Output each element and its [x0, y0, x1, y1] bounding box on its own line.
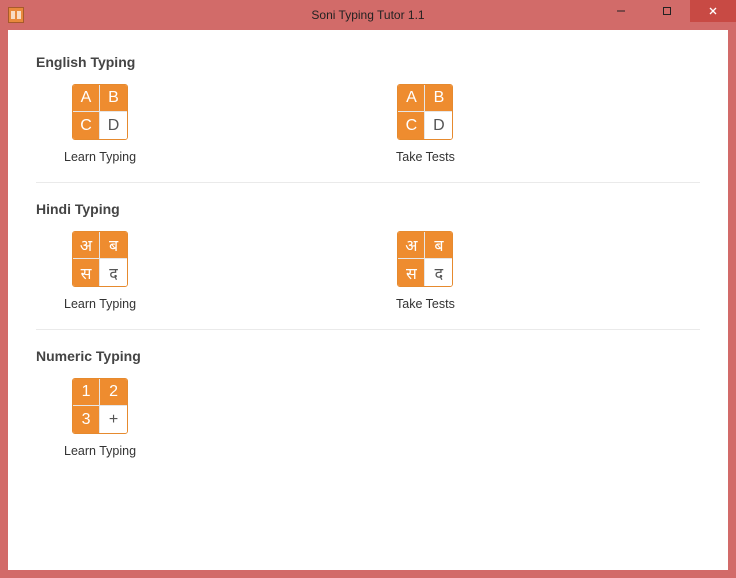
client-area: English Typing A B C D Learn Typing A [8, 30, 728, 570]
numeric-keypad-icon: 1 2 3 + [72, 378, 128, 434]
maximize-button[interactable] [644, 0, 690, 22]
english-learn-label: Learn Typing [64, 150, 136, 164]
section-title-english: English Typing [36, 54, 700, 70]
close-button[interactable] [690, 0, 736, 22]
section-title-hindi: Hindi Typing [36, 201, 700, 217]
hindi-test-option[interactable]: अ ब स द Take Tests [368, 231, 700, 311]
minimize-button[interactable] [598, 0, 644, 22]
english-test-label: Take Tests [396, 150, 455, 164]
abcd-icon: A B C D [397, 84, 453, 140]
section-title-numeric: Numeric Typing [36, 348, 700, 364]
app-icon [8, 7, 24, 23]
section-numeric: 1 2 3 + Learn Typing [36, 378, 700, 476]
content: English Typing A B C D Learn Typing A [8, 30, 728, 486]
section-hindi: अ ब स द Learn Typing अ ब स द Ta [36, 231, 700, 330]
numeric-learn-label: Learn Typing [64, 444, 136, 458]
hindi-test-label: Take Tests [396, 297, 455, 311]
abcd-icon: A B C D [72, 84, 128, 140]
titlebar: Soni Typing Tutor 1.1 [0, 0, 736, 30]
window-controls [598, 0, 736, 22]
hindi-letters-icon: अ ब स द [72, 231, 128, 287]
english-learn-option[interactable]: A B C D Learn Typing [36, 84, 368, 164]
numeric-learn-option[interactable]: 1 2 3 + Learn Typing [36, 378, 368, 458]
hindi-learn-label: Learn Typing [64, 297, 136, 311]
hindi-letters-icon: अ ब स द [397, 231, 453, 287]
hindi-learn-option[interactable]: अ ब स द Learn Typing [36, 231, 368, 311]
section-english: A B C D Learn Typing A B C D Ta [36, 84, 700, 183]
english-test-option[interactable]: A B C D Take Tests [368, 84, 700, 164]
